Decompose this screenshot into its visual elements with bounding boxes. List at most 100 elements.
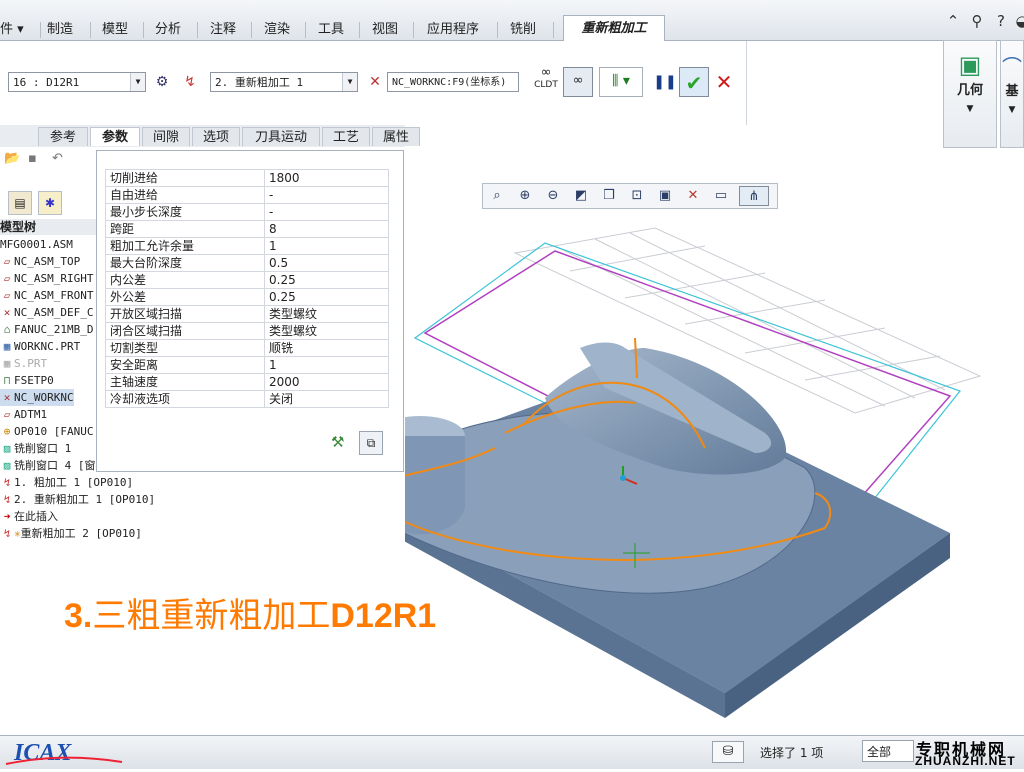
parameter-row[interactable]: 自由进给 -	[105, 186, 389, 204]
parameter-value[interactable]: 1	[264, 356, 389, 374]
parameter-row[interactable]: 闭合区域扫描 类型螺纹	[105, 322, 389, 340]
settings-icon[interactable]: ◒	[1013, 12, 1024, 30]
menu-manufacture[interactable]: 制造	[47, 20, 73, 40]
chevron-up-icon[interactable]: ⌃	[944, 12, 962, 30]
tool-manager-icon[interactable]: ⚙	[149, 69, 175, 95]
graphics-viewport[interactable]	[335, 148, 1024, 735]
parameter-value[interactable]: 类型螺纹	[264, 305, 389, 323]
tab-clearance[interactable]: 间隙	[142, 127, 190, 146]
open-icon[interactable]: 📂	[4, 151, 20, 166]
parameter-edit-icon[interactable]: ⚒	[331, 433, 344, 451]
tool-select[interactable]: 16 : D12R1 ▼	[8, 72, 146, 92]
menu-annotate[interactable]: 注释	[210, 20, 236, 40]
parameter-value[interactable]: 2000	[264, 373, 389, 391]
menu-milling[interactable]: 铣削	[510, 20, 536, 40]
parameter-row[interactable]: 安全距离 1	[105, 356, 389, 374]
parameter-row[interactable]: 切削进给 1800	[105, 169, 389, 187]
tab-properties[interactable]: 属性	[372, 127, 420, 146]
glasses-icon[interactable]: ∞	[563, 67, 593, 97]
tree-item[interactable]: ➜ 在此插入	[0, 508, 58, 525]
toolpath-icon[interactable]: ⫼ ▾	[599, 67, 643, 97]
repaint-icon[interactable]: ◩	[569, 186, 593, 206]
tree-item[interactable]: ▱ NC_ASM_FRONT	[0, 287, 94, 304]
tree-item[interactable]: ✕ NC_WORKNC	[0, 389, 74, 406]
operation-select[interactable]: 2. 重新粗加工 1 ▼	[210, 72, 358, 92]
parameter-value[interactable]: -	[264, 186, 389, 204]
saved-views-icon[interactable]: ⊡	[625, 186, 649, 206]
csys-field[interactable]: NC_WORKNC:F9(坐标系)	[387, 72, 519, 92]
parameter-row[interactable]: 冷却液选项 关闭	[105, 390, 389, 408]
menu-render[interactable]: 渲染	[264, 20, 290, 40]
parameter-row[interactable]: 内公差 0.25	[105, 271, 389, 289]
view-manager-icon[interactable]: ▣	[653, 186, 677, 206]
folder-tab-icon[interactable]: ▤	[8, 191, 32, 215]
tree-item[interactable]: ▨ 铣削窗口 1	[0, 440, 72, 457]
parameter-value[interactable]: 1	[264, 237, 389, 255]
parameter-value[interactable]: 类型螺纹	[264, 322, 389, 340]
parameter-row[interactable]: 切割类型 顺铣	[105, 339, 389, 357]
menu-view[interactable]: 视图	[372, 20, 398, 40]
menu-analysis[interactable]: 分析	[155, 20, 181, 40]
parameter-row[interactable]: 主轴速度 2000	[105, 373, 389, 391]
parameter-row[interactable]: 开放区域扫描 类型螺纹	[105, 305, 389, 323]
tab-references[interactable]: 参考	[38, 127, 88, 146]
pause-icon[interactable]: ❚❚	[652, 69, 678, 95]
tree-item[interactable]: ⌂ FANUC_21MB_D	[0, 321, 94, 338]
parameter-value[interactable]: -	[264, 203, 389, 221]
undo-icon[interactable]: ↶	[52, 151, 63, 166]
tree-item[interactable]: ▱ NC_ASM_TOP	[0, 253, 81, 270]
favorites-icon[interactable]: ✱	[38, 191, 62, 215]
binoculars-icon[interactable]: ⛁	[712, 741, 744, 763]
save-icon[interactable]: ▪	[28, 151, 37, 166]
tree-item[interactable]: ↯ ✳重新粗加工 2 [OP010]	[0, 525, 142, 542]
menu-file[interactable]: 件 ▾	[0, 20, 24, 40]
parameter-row[interactable]: 外公差 0.25	[105, 288, 389, 306]
tree-item[interactable]: ⊕ OP010 [FANUC	[0, 423, 94, 440]
parameter-row[interactable]: 最小步长深度 -	[105, 203, 389, 221]
display-style-icon[interactable]: ❒	[597, 186, 621, 206]
tab-options[interactable]: 选项	[192, 127, 240, 146]
tab-tool-motions[interactable]: 刀具运动	[242, 127, 320, 146]
parameter-value[interactable]: 关闭	[264, 390, 389, 408]
parameter-value[interactable]: 顺铣	[264, 339, 389, 357]
search-icon[interactable]: ⚲	[968, 12, 986, 30]
geometry-button[interactable]: ▣ 几何 ▼	[943, 40, 997, 148]
parameter-value[interactable]: 0.25	[264, 288, 389, 306]
confirm-icon[interactable]: ✔	[679, 67, 709, 97]
tab-process[interactable]: 工艺	[322, 127, 370, 146]
menu-model[interactable]: 模型	[102, 20, 128, 40]
cldt-icon[interactable]: ∞ CLDT	[531, 66, 561, 97]
tree-item[interactable]: ▦ WORKNC.PRT	[0, 338, 81, 355]
copy-parameters-icon[interactable]: ⧉	[359, 431, 383, 455]
datum-display-icon[interactable]: ✕	[681, 186, 705, 206]
tree-item[interactable]: ✕ NC_ASM_DEF_C	[0, 304, 94, 321]
toolpath-display-icon[interactable]: ⋔	[739, 186, 769, 206]
tree-item[interactable]: MFG0001.ASM	[0, 236, 73, 253]
tree-item[interactable]: ▱ NC_ASM_RIGHT	[0, 270, 94, 287]
zoom-in-icon[interactable]: ⊕	[513, 186, 537, 206]
tab-reroughing[interactable]: 重新粗加工	[563, 15, 665, 42]
parameter-value[interactable]: 8	[264, 220, 389, 238]
cancel-icon[interactable]: ✕	[711, 69, 737, 95]
parameter-row[interactable]: 跨距 8	[105, 220, 389, 238]
filter-select[interactable]: 全部	[862, 740, 914, 762]
menu-tools[interactable]: 工具	[318, 20, 344, 40]
parameter-value[interactable]: 0.5	[264, 254, 389, 272]
parameter-value[interactable]: 1800	[264, 169, 389, 187]
tree-item[interactable]: ⊓ FSETP0	[0, 372, 54, 389]
parameter-row[interactable]: 粗加工允许余量 1	[105, 237, 389, 255]
refit-icon[interactable]: ⌕	[485, 186, 509, 206]
tree-item[interactable]: ↯ 1. 粗加工 1 [OP010]	[0, 474, 133, 491]
help-icon[interactable]: ?	[992, 12, 1010, 30]
tool-edit-icon[interactable]: ↯	[177, 69, 203, 95]
tree-item[interactable]: ▱ ADTM1	[0, 406, 47, 423]
parameter-row[interactable]: 最大台阶深度 0.5	[105, 254, 389, 272]
base-button[interactable]: ⌒ 基 ▼	[1000, 40, 1024, 148]
tab-parameters[interactable]: 参数	[90, 127, 140, 146]
annotation-display-icon[interactable]: ▭	[709, 186, 733, 206]
menu-applications[interactable]: 应用程序	[427, 20, 479, 40]
tree-item[interactable]: ↯ 2. 重新粗加工 1 [OP010]	[0, 491, 155, 508]
zoom-out-icon[interactable]: ⊖	[541, 186, 565, 206]
tree-item[interactable]: ▦ S.PRT	[0, 355, 47, 372]
csys-icon[interactable]: ✕	[362, 69, 388, 95]
